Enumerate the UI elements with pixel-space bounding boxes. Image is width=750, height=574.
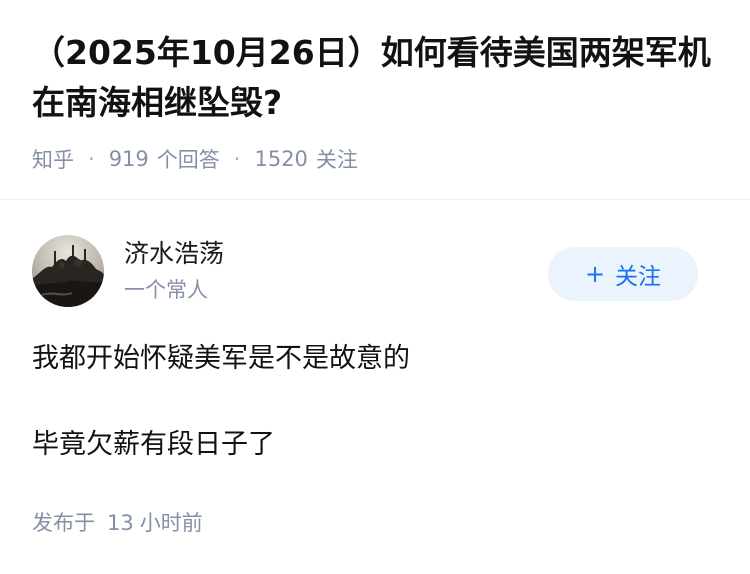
publish-unit: 小时前 xyxy=(139,511,203,535)
publish-prefix: 发布于 xyxy=(32,511,95,535)
source-label[interactable]: 知乎 xyxy=(32,144,74,174)
follower-count: 1520 xyxy=(254,147,308,171)
avatar-photo-icon xyxy=(32,235,104,307)
avatar[interactable] xyxy=(32,235,104,307)
publish-time: 发布于 13 小时前 xyxy=(32,507,203,537)
author-bio: 一个常人 xyxy=(124,278,208,302)
question-title[interactable]: （2025年10月26日）如何看待美国两架军机在南海相继坠毁? xyxy=(32,28,718,128)
follower-count-label: 关注 xyxy=(315,148,358,172)
plus-icon: + xyxy=(584,260,606,288)
answer-paragraph: 我都开始怀疑美军是不是故意的 xyxy=(32,343,410,374)
answer-count: 919 xyxy=(108,147,149,171)
answer-paragraph: 毕竟欠薪有段日子了 xyxy=(32,429,275,460)
author-row: 济水浩荡 一个常人 + 关注 xyxy=(32,235,718,311)
publish-value: 13 xyxy=(107,511,134,535)
follow-button[interactable]: + 关注 xyxy=(548,247,698,301)
question-header: （2025年10月26日）如何看待美国两架军机在南海相继坠毁? 知乎 · 919… xyxy=(0,0,750,200)
answer-card: 济水浩荡 一个常人 + 关注 我都开始怀疑美军是不是故意的 毕竟欠薪有段日子了 … xyxy=(0,201,750,574)
answer-content: 我都开始怀疑美军是不是故意的 毕竟欠薪有段日子了 xyxy=(32,337,718,467)
question-meta: 知乎 · 919 个回答 · 1520 关注 xyxy=(32,144,358,174)
zhihu-answer-page: （2025年10月26日）如何看待美国两架军机在南海相继坠毁? 知乎 · 919… xyxy=(0,0,750,574)
author-name[interactable]: 济水浩荡 xyxy=(124,237,224,271)
meta-separator: · xyxy=(233,147,241,171)
meta-separator: · xyxy=(88,147,95,171)
follow-button-label: 关注 xyxy=(615,264,662,290)
answer-count-label: 个回答 xyxy=(156,148,220,172)
